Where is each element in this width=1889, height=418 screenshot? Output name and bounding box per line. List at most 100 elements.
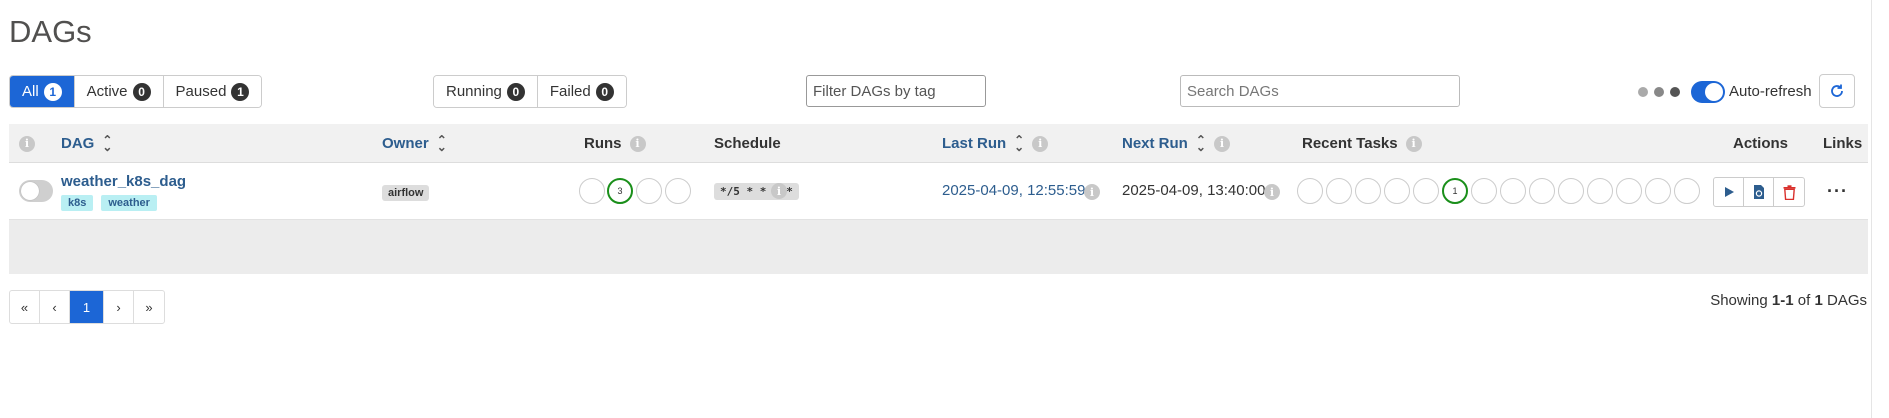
trigger-dag-button[interactable]: [1714, 178, 1744, 206]
showing-total: 1: [1814, 292, 1823, 309]
delete-dag-button[interactable]: [1774, 178, 1804, 206]
task-state[interactable]: [1297, 178, 1323, 204]
header-info: i: [19, 124, 35, 163]
table-empty-space: [9, 220, 1868, 274]
run-state-failed[interactable]: [665, 178, 691, 204]
run-state-running[interactable]: [636, 178, 662, 204]
header-schedule-label: Schedule: [714, 135, 781, 152]
task-state[interactable]: [1355, 178, 1381, 204]
table-row: weather_k8s_dag k8s weather airflow 3 */…: [9, 163, 1868, 220]
loading-dots: [1638, 87, 1680, 97]
filter-all-button[interactable]: All 1: [10, 76, 75, 107]
filter-active-label: Active: [86, 83, 128, 100]
page-last-button[interactable]: »: [134, 291, 164, 323]
filter-all-label: All: [22, 83, 39, 100]
showing-prefix: Showing: [1710, 292, 1768, 309]
sort-icon: ⌃ ⌄: [1014, 132, 1025, 154]
next-run-value: 2025-04-09, 13:40:00: [1122, 182, 1266, 199]
search-input[interactable]: [1180, 75, 1460, 107]
task-state[interactable]: [1558, 178, 1584, 204]
play-icon: [1724, 187, 1734, 197]
tag-badge[interactable]: k8s: [61, 195, 94, 211]
header-next-run-label: Next Run: [1122, 135, 1188, 152]
filter-failed-count: 0: [595, 82, 614, 101]
header-next-run[interactable]: Next Run ⌃ ⌄ i: [1122, 124, 1230, 163]
last-run-link[interactable]: 2025-04-09, 12:55:59: [942, 182, 1085, 199]
tag-badge[interactable]: weather: [101, 195, 157, 211]
table-header: i DAG ⌃ ⌄ Owner ⌃ ⌄ Runs i Schedule Last R…: [9, 124, 1868, 163]
task-state[interactable]: [1471, 178, 1497, 204]
header-links-label: Links: [1823, 135, 1863, 152]
header-recent-tasks-label: Recent Tasks: [1302, 135, 1398, 152]
tag-filter-input[interactable]: [806, 75, 986, 107]
refresh-icon: [1831, 84, 1843, 97]
run-state-queued[interactable]: [579, 178, 605, 204]
more-links-icon[interactable]: ···: [1827, 181, 1848, 202]
page-first-button[interactable]: «: [10, 291, 40, 323]
scrollbar[interactable]: [1871, 0, 1889, 418]
header-owner-label: Owner: [382, 135, 429, 152]
dag-id-link[interactable]: weather_k8s_dag: [61, 173, 186, 190]
showing-suffix: DAGs: [1826, 292, 1867, 309]
run-state-filter-group: Running 0 Failed 0: [433, 75, 627, 108]
page-prev-button[interactable]: ‹: [40, 291, 70, 323]
page-next-button[interactable]: ›: [104, 291, 134, 323]
filter-running-count: 0: [506, 82, 525, 101]
task-state[interactable]: [1529, 178, 1555, 204]
showing-count: Showing 1-1 of 1 DAGs: [1710, 292, 1867, 309]
refresh-button[interactable]: [1819, 74, 1855, 108]
dag-pause-toggle[interactable]: [19, 180, 53, 202]
filter-paused-count: 1: [231, 82, 250, 101]
header-schedule: Schedule: [714, 124, 781, 163]
task-state[interactable]: [1413, 178, 1439, 204]
filter-paused-label: Paused: [175, 83, 227, 100]
dag-tags: k8s weather: [61, 195, 157, 211]
task-state[interactable]: [1326, 178, 1352, 204]
task-state[interactable]: [1587, 178, 1613, 204]
header-actions: Actions: [1733, 124, 1788, 163]
filter-running-button[interactable]: Running 0: [434, 76, 538, 107]
auto-refresh-label: Auto-refresh: [1729, 83, 1812, 100]
status-filter-group: All 1 Active 0 Paused 1: [9, 75, 263, 108]
showing-range: 1-1: [1771, 292, 1794, 309]
header-last-run[interactable]: Last Run ⌃ ⌄ i: [942, 124, 1049, 163]
info-icon: i: [1213, 135, 1230, 152]
task-state[interactable]: [1616, 178, 1642, 204]
dags-table: i DAG ⌃ ⌄ Owner ⌃ ⌄ Runs i Schedule Last R…: [9, 124, 1868, 274]
info-icon: i: [19, 135, 35, 152]
info-icon: i: [1084, 184, 1100, 200]
sort-icon: ⌃ ⌄: [102, 132, 113, 154]
run-state-success[interactable]: 3: [607, 178, 633, 204]
header-dag[interactable]: DAG ⌃ ⌄: [61, 124, 112, 163]
info-icon: i: [1264, 184, 1280, 200]
task-state[interactable]: [1645, 178, 1671, 204]
page-1-button[interactable]: 1: [70, 291, 104, 323]
task-state[interactable]: [1500, 178, 1526, 204]
showing-of: of: [1797, 292, 1811, 309]
info-icon: i: [771, 183, 787, 199]
info-icon: i: [1032, 135, 1049, 152]
filter-active-button[interactable]: Active 0: [74, 76, 164, 107]
task-state[interactable]: [1384, 178, 1410, 204]
header-runs-label: Runs: [584, 135, 622, 152]
filter-paused-button[interactable]: Paused 1: [163, 76, 262, 107]
header-owner[interactable]: Owner ⌃ ⌄: [382, 124, 447, 163]
owner-badge[interactable]: airflow: [382, 185, 430, 201]
info-icon: i: [1405, 135, 1422, 152]
sort-icon: ⌃ ⌄: [436, 132, 447, 154]
dag-actions: [1713, 177, 1805, 207]
header-actions-label: Actions: [1733, 135, 1789, 152]
header-runs: Runs i: [584, 124, 646, 163]
task-state[interactable]: [1674, 178, 1700, 204]
filter-running-label: Running: [446, 83, 502, 100]
header-last-run-label: Last Run: [942, 135, 1007, 152]
task-state-success[interactable]: 1: [1442, 178, 1468, 204]
auto-refresh-toggle[interactable]: [1691, 81, 1725, 103]
filter-active-count: 0: [132, 82, 151, 101]
refresh-dag-button[interactable]: [1744, 178, 1774, 206]
filter-failed-button[interactable]: Failed 0: [537, 76, 626, 107]
file-refresh-icon: [1753, 185, 1764, 199]
filter-failed-label: Failed: [549, 83, 591, 100]
trash-icon: [1783, 184, 1795, 200]
sort-icon: ⌃ ⌄: [1195, 132, 1206, 154]
